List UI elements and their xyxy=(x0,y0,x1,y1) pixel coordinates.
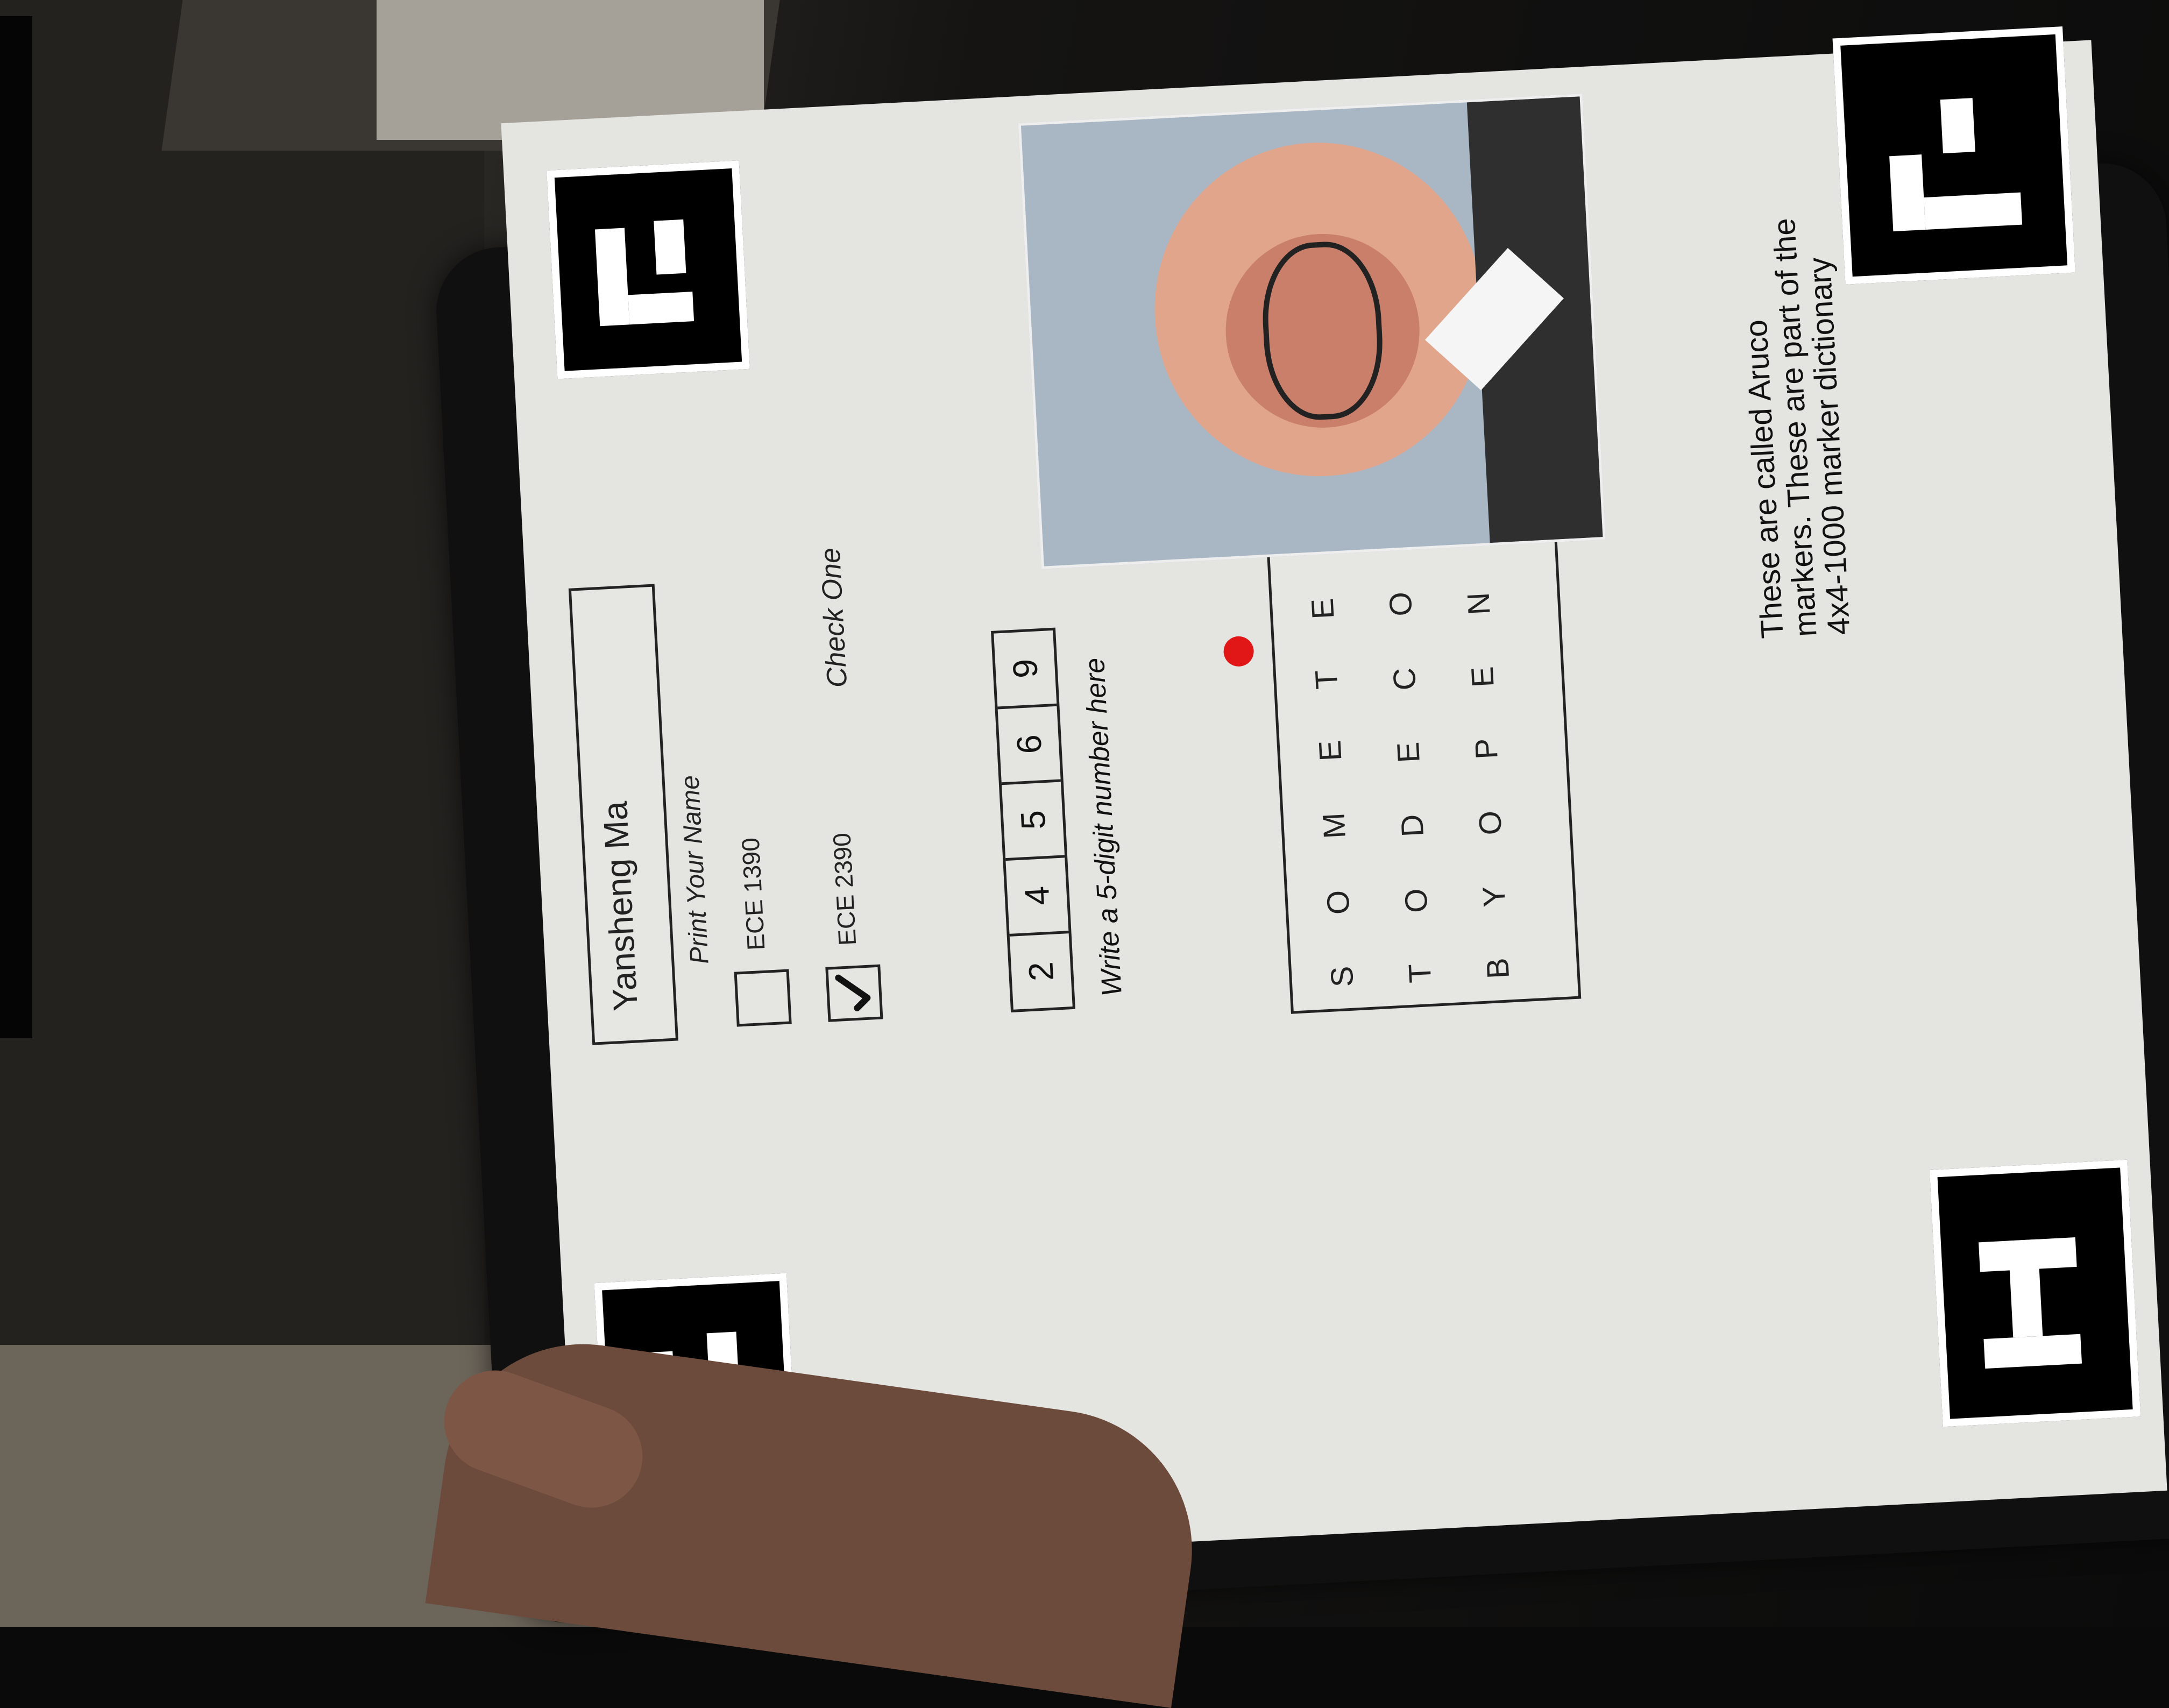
portrait-photo xyxy=(1018,94,1606,569)
aruco-marker-bottom-right xyxy=(1832,26,2075,285)
wall xyxy=(0,0,484,1345)
option-ece-1390-label: ECE 1390 xyxy=(736,837,770,951)
digit-5[interactable]: 9 xyxy=(994,630,1057,707)
checkbox-ece-2390[interactable] xyxy=(825,964,883,1022)
tablet-screen: Yansheng Ma Print Your Name ECE 1390 ECE… xyxy=(501,26,2167,1574)
option-ece-1390[interactable]: ECE 1390 xyxy=(721,723,792,1027)
digit-3[interactable]: 5 xyxy=(1001,779,1065,859)
name-label: Print Your Name xyxy=(676,774,714,965)
digit-instruction: Write a 5-digit number here xyxy=(1079,657,1128,997)
aruco-marker-bottom-left xyxy=(1929,1159,2141,1427)
digit-4[interactable]: 6 xyxy=(997,703,1061,783)
aruco-marker-top-right xyxy=(547,160,750,379)
monitor-edge xyxy=(0,16,32,1038)
form-page: Yansheng Ma Print Your Name ECE 1390 ECE… xyxy=(501,26,2167,1574)
digit-1[interactable]: 2 xyxy=(1009,931,1073,1010)
checkbox-ece-1390[interactable] xyxy=(734,969,792,1027)
red-dot xyxy=(1223,635,1255,668)
check-one-label: Check One xyxy=(814,547,854,689)
digit-boxes: 2 4 5 6 9 xyxy=(991,627,1076,1012)
option-ece-2390[interactable]: ECE 2390 xyxy=(812,718,883,1022)
digit-2[interactable]: 4 xyxy=(1005,855,1069,934)
option-ece-2390-label: ECE 2390 xyxy=(827,832,862,947)
checkmark-icon xyxy=(835,974,871,1011)
aruco-note: These are called Aruco markers. These ar… xyxy=(1738,217,1857,640)
